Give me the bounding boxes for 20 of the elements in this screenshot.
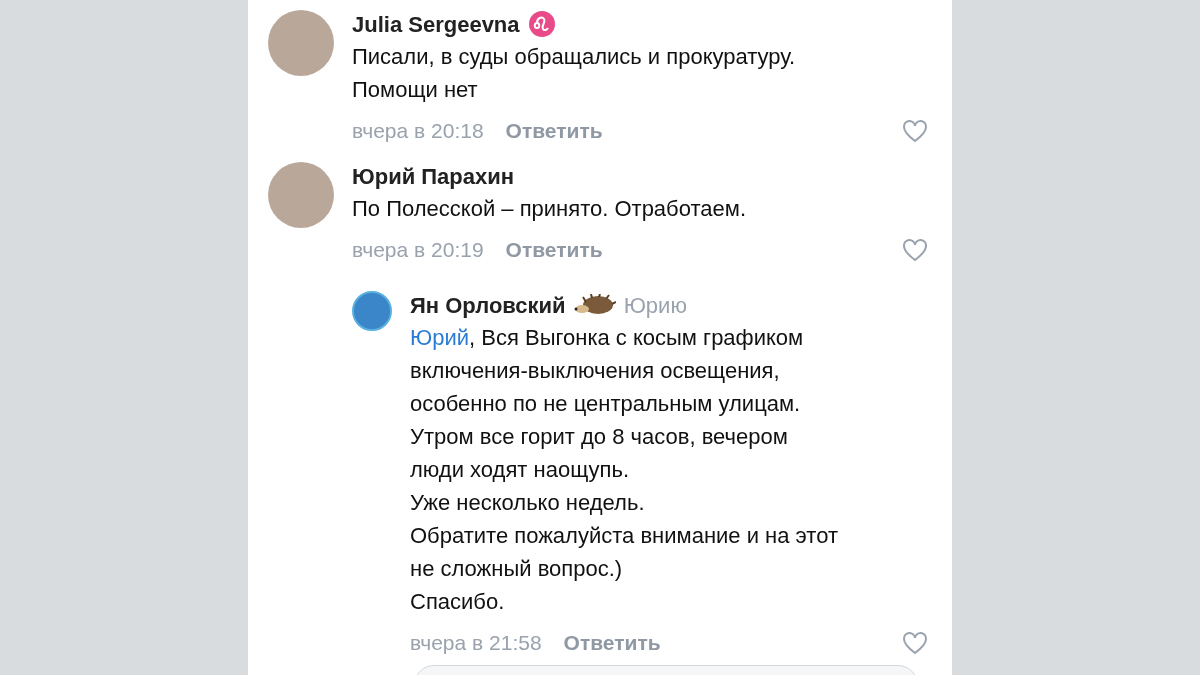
author-name[interactable]: Юрий Парахин <box>352 159 515 193</box>
avatar-logo-placeholder[interactable] <box>352 291 392 331</box>
comment-time: вчера в 20:19 <box>352 237 484 264</box>
comment-text: По Полесской – принято. Отработаем. <box>352 195 747 223</box>
like-icon[interactable] <box>902 631 928 655</box>
comment-text: Писали, в суды обращались и прокуратуру. Помощи нет <box>352 43 797 104</box>
reply-to-label[interactable]: Юрию <box>623 288 687 322</box>
like-icon[interactable] <box>902 119 928 143</box>
comment-time: вчера в 21:58 <box>410 630 542 657</box>
reply-button[interactable]: Ответить <box>505 234 603 266</box>
mention-link[interactable]: Юрий <box>410 325 470 350</box>
reply-button[interactable]: Ответить <box>505 115 603 147</box>
comment-time: вчера в 20:18 <box>352 118 484 145</box>
author-name[interactable]: Julia Sergeevna <box>352 7 520 41</box>
like-icon[interactable] <box>902 238 928 262</box>
comment-text: Юрий, Вся Выгонка с косым графиком включения-выключения освещения, особенно по не центральным улицам. Утром все горит до 8 часов, вечером люди ходят наощупь. Уже несколько недель. Обратите пожалуйста внимание и на этот не сложный вопрос.) Спасибо. <box>410 324 839 616</box>
author-name[interactable]: Ян Орловский <box>410 288 566 322</box>
hedgehog-icon <box>573 294 616 316</box>
zodiac-sign-icon <box>527 10 556 38</box>
reply-button[interactable]: Ответить <box>563 627 661 659</box>
